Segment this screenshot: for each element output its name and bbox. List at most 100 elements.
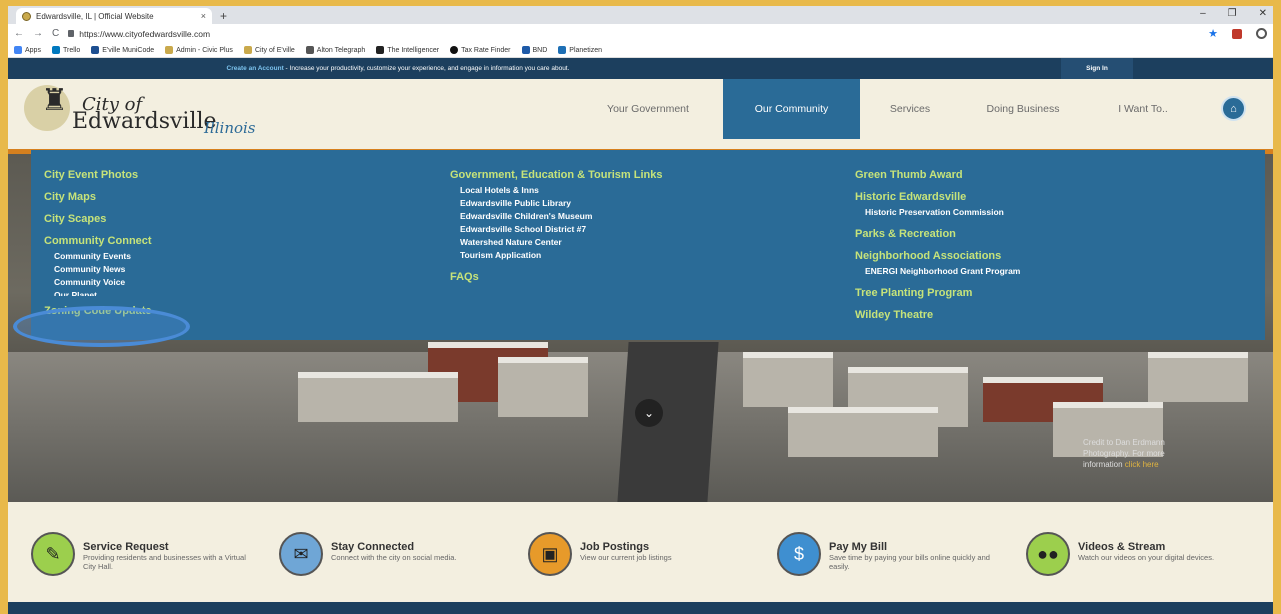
window-controls: – ❐ ✕ — [1200, 8, 1267, 19]
building — [788, 407, 938, 457]
menu-tree-planting[interactable]: Tree Planting Program — [855, 286, 1020, 300]
menu-local-hotels[interactable]: Local Hotels & Inns — [450, 184, 663, 197]
bookmark-bnd[interactable]: BND — [521, 46, 547, 54]
menu-column-3: Green Thumb Award Historic Edwardsville … — [855, 168, 1020, 330]
reload-icon[interactable]: C — [52, 28, 59, 39]
close-window-icon[interactable]: ✕ — [1259, 8, 1267, 19]
bookmark-civicplus[interactable]: Admin - Civic Plus — [165, 46, 233, 54]
envelope-icon: ✉ — [279, 532, 323, 576]
menu-our-planet[interactable]: Our Planet... — [44, 289, 152, 296]
bookmark-city[interactable]: City of E'ville — [243, 46, 295, 54]
intelligencer-icon — [376, 46, 385, 54]
close-tab-icon[interactable]: × — [201, 11, 206, 21]
nav-i-want-to[interactable]: I Want To.. — [1103, 79, 1183, 139]
menu-community-news[interactable]: Community News — [44, 263, 152, 276]
menu-city-maps[interactable]: City Maps — [44, 190, 152, 204]
forward-icon[interactable]: → — [33, 28, 43, 39]
building — [298, 372, 458, 422]
url-field[interactable]: https://www.cityofedwardsville.com — [68, 29, 210, 39]
bnd-icon — [521, 46, 530, 54]
back-icon[interactable]: ← — [14, 28, 24, 39]
menu-green-thumb-award[interactable]: Green Thumb Award — [855, 168, 1020, 182]
menu-energi-grant[interactable]: ENERGI Neighborhood Grant Program — [855, 265, 1020, 278]
city-logo[interactable]: ♜ City of Edwardsville Illinois — [24, 79, 284, 137]
credit-link[interactable]: click here — [1125, 460, 1159, 469]
menu-watershed-center[interactable]: Watershed Nature Center — [450, 236, 663, 249]
menu-tourism-application[interactable]: Tourism Application — [450, 249, 663, 262]
menu-historic-edwardsville[interactable]: Historic Edwardsville — [855, 190, 1020, 204]
quick-link-service-request[interactable]: ✎ Service Request Providing residents and… — [31, 532, 258, 576]
menu-historic-preservation[interactable]: Historic Preservation Commission — [855, 206, 1020, 219]
quick-link-desc: Watch our videos on your digital devices… — [1078, 553, 1215, 562]
quick-link-pay-my-bill[interactable]: $ Pay My Bill Save time by paying your bi… — [777, 532, 1004, 576]
community-connect-submenu: Community Events Community News Communit… — [44, 250, 152, 296]
historic-submenu: Historic Preservation Commission — [855, 206, 1020, 219]
menu-community-voice[interactable]: Community Voice — [44, 276, 152, 289]
menu-wildey-theatre[interactable]: Wildey Theatre — [855, 308, 1020, 322]
bookmark-alton[interactable]: Alton Telegraph — [305, 46, 365, 54]
menu-city-scapes[interactable]: City Scapes — [44, 212, 152, 226]
highlight-ellipse — [13, 306, 190, 347]
bookmark-municode[interactable]: E'ville MuniCode — [91, 46, 154, 54]
menu-public-library[interactable]: Edwardsville Public Library — [450, 197, 663, 210]
new-tab-button[interactable]: + — [220, 9, 227, 23]
quick-link-desc: View our current job listings — [580, 553, 672, 562]
building — [498, 357, 588, 417]
bookmarks-bar: Apps Trello E'ville MuniCode Admin - Civ… — [8, 43, 1273, 58]
browser-tab[interactable]: Edwardsville, IL | Official Website × — [16, 8, 212, 24]
menu-childrens-museum[interactable]: Edwardsville Children's Museum — [450, 210, 663, 223]
menu-city-event-photos[interactable]: City Event Photos — [44, 168, 152, 182]
menu-community-connect[interactable]: Community Connect — [44, 234, 152, 248]
lock-icon — [68, 30, 75, 37]
community-mega-menu: City Event Photos City Maps City Scapes … — [31, 150, 1265, 340]
bookmark-taxrate[interactable]: Tax Rate Finder — [450, 46, 511, 54]
create-account-link[interactable]: Create an Account — [227, 65, 284, 72]
menu-faqs[interactable]: FAQs — [450, 270, 663, 284]
city-seal-icon — [165, 46, 174, 54]
photo-credit: Credit to Dan Erdmann Photography. For m… — [1083, 438, 1165, 469]
url-text: https://www.cityofedwardsville.com — [79, 28, 211, 39]
account-icon[interactable] — [1256, 28, 1267, 39]
bookmark-intelligencer[interactable]: The Intelligencer — [376, 46, 439, 54]
bookmark-apps[interactable]: Apps — [14, 46, 41, 54]
scroll-down-icon[interactable]: ⌄ — [635, 399, 663, 427]
menu-school-district[interactable]: Edwardsville School District #7 — [450, 223, 663, 236]
browser-window: Edwardsville, IL | Official Website × + … — [8, 6, 1273, 614]
lamppost-icon: ♜ — [41, 83, 68, 118]
nav-our-community[interactable]: Our Community — [723, 79, 860, 139]
extension-icon[interactable] — [1232, 28, 1242, 39]
dollar-icon: $ — [777, 532, 821, 576]
quick-link-desc: Save time by paying your bills online qu… — [829, 553, 990, 571]
quick-link-desc: Providing residents and businesses with … — [83, 553, 246, 571]
gov-edu-tourism-submenu: Local Hotels & Inns Edwardsville Public … — [450, 184, 663, 262]
menu-neighborhood-associations[interactable]: Neighborhood Associations — [855, 249, 1020, 263]
menu-column-2: Government, Education & Tourism Links Lo… — [450, 168, 663, 292]
menu-gov-edu-tourism[interactable]: Government, Education & Tourism Links — [450, 168, 663, 182]
nav-doing-business[interactable]: Doing Business — [968, 79, 1078, 139]
menu-parks-recreation[interactable]: Parks & Recreation — [855, 227, 1020, 241]
building — [743, 352, 833, 407]
maximize-icon[interactable]: ❐ — [1228, 8, 1237, 19]
bookmark-planetizen[interactable]: Planetizen — [558, 46, 602, 54]
footer-bar — [8, 602, 1273, 614]
menu-column-1: City Event Photos City Maps City Scapes … — [44, 168, 152, 326]
nav-services[interactable]: Services — [870, 79, 950, 139]
building — [1148, 352, 1248, 402]
quick-link-stay-connected[interactable]: ✉ Stay Connected Connect with the city on… — [279, 532, 506, 576]
quick-link-videos-stream[interactable]: ●● Videos & Stream Watch our videos on yo… — [1026, 532, 1253, 576]
logo-state: Illinois — [204, 119, 256, 137]
sign-in-button[interactable]: Sign In — [1061, 58, 1133, 79]
menu-community-events[interactable]: Community Events — [44, 250, 152, 263]
pin-icon — [450, 46, 459, 54]
bookmark-trello[interactable]: Trello — [51, 46, 80, 54]
street — [617, 342, 719, 502]
home-icon[interactable]: ⌂ — [1221, 96, 1246, 121]
municode-icon — [91, 46, 100, 54]
nav-your-government[interactable]: Your Government — [586, 79, 710, 139]
planetizen-icon — [558, 46, 567, 54]
minimize-icon[interactable]: – — [1200, 8, 1206, 19]
apps-icon — [14, 46, 22, 54]
tab-title: Edwardsville, IL | Official Website — [36, 11, 154, 21]
bookmark-star-icon[interactable]: ★ — [1208, 27, 1218, 40]
quick-link-job-postings[interactable]: ▣ Job Postings View our current job listi… — [528, 532, 755, 576]
